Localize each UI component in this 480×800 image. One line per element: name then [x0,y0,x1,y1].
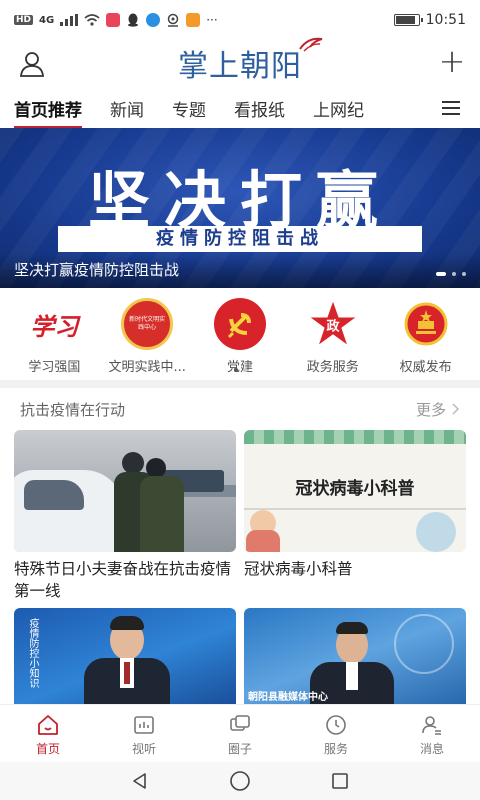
hd-indicator: HD [14,15,34,25]
system-navigation [0,762,480,800]
pager-dot [242,368,247,372]
tab-news[interactable]: 新闻 [110,96,144,121]
status-bar: HD 4G ··· 10:51 [0,0,480,40]
nav-label: 消息 [419,742,444,756]
clock-icon [326,715,346,735]
tab-newspaper[interactable]: 看报纸 [234,96,285,121]
article-card[interactable]: 特殊节日小夫妻奋战在抗击疫情第一线 [14,430,236,602]
party-emblem-icon [213,298,266,350]
quick-links-pager [0,368,480,372]
weibo-app-icon [106,13,121,27]
banner-caption: 坚决打赢疫情防控阻击战 [14,261,180,279]
quick-link-label: 文明实践中... [108,360,186,375]
national-emblem-icon [399,298,452,350]
message-user-icon [422,716,441,735]
plus-icon[interactable]: + [438,45,466,77]
article-card[interactable]: 冠状病毒小科普 冠状病毒小科普 [244,430,466,580]
section-title: 抗击疫情在行动 [20,400,126,419]
quick-link-label: 权威发布 [399,360,452,375]
recents-icon[interactable] [330,771,350,791]
network-indicator: 4G [39,14,55,26]
nav-label: 服务 [323,742,348,756]
article-title: 特殊节日小夫妻奋战在抗击疫情第一线 [14,560,232,600]
banner-indicator [436,272,466,276]
news-anchor-photo: 疫情防控小知识 [14,608,236,704]
circle-icon [230,715,250,731]
nav-service[interactable]: 服务 [296,705,376,762]
quick-link-label: 党建 [226,360,253,375]
wifi-icon [84,14,100,26]
quick-link-label: 政务服务 [306,360,359,375]
channel-menu-icon[interactable] [442,101,460,115]
pager-dot [233,368,238,372]
clock-time: 10:51 [425,12,466,28]
checkpoint-photo [14,430,236,552]
nav-messages[interactable]: 消息 [392,705,472,762]
qq-icon [128,13,139,27]
banner-dot [452,272,456,276]
nav-label: 视听 [131,742,156,756]
app-title: 掌上朝阳 [178,49,302,84]
signal-icon [60,14,79,26]
banner-dot [436,272,446,276]
hero-banner[interactable]: 坚决打赢 疫情防控阻击战 坚决打赢疫情防控阻击战 [0,128,480,288]
banner-dot [462,272,466,276]
nav-circle[interactable]: 圈子 [200,705,280,762]
app-header: 掌上朝阳 + [0,37,480,86]
article-title: 冠状病毒小科普 [244,560,353,578]
article-card[interactable]: 朝阳县融媒体中心 [244,608,466,704]
video-icon [134,716,154,734]
science-poster: 冠状病毒小科普 [244,430,466,552]
news-anchor-photo-2: 朝阳县融媒体中心 [244,608,466,704]
tab-recommend[interactable]: 首页推荐 [14,96,82,128]
location-icon [167,13,179,27]
home-circle-icon[interactable] [229,770,251,792]
logo-bird-icon [299,37,323,52]
banner-subline: 疫情防控阻击战 [58,226,422,252]
browser-app-icon [146,13,161,27]
chevron-right-icon [452,403,460,415]
section-divider [0,380,480,388]
article-card[interactable]: 疫情防控小知识 [14,608,236,704]
nav-label: 首页 [35,742,60,756]
more-label: 更多 [415,400,446,419]
battery-icon [393,14,423,26]
nav-video[interactable]: 视听 [104,705,184,762]
more-link[interactable]: 更多 [416,399,460,420]
tab-internet[interactable]: 上网纪 [313,96,364,121]
nav-home[interactable]: 首页 [8,705,88,762]
nav-label: 圈子 [227,742,252,756]
government-star-icon: 政 [307,298,359,350]
back-icon[interactable] [130,771,150,791]
user-icon[interactable] [18,50,46,78]
app-logo: 掌上朝阳 [178,37,323,85]
quick-link-label: 学习强国 [28,360,81,375]
section-header: 抗击疫情在行动 更多 [0,390,480,428]
tab-topics[interactable]: 专题 [172,96,206,121]
civilization-center-icon: 新时代文明实践中心 [121,298,174,350]
bottom-nav: 首页 视听 圈子 服务 消息 [0,704,480,762]
taobao-app-icon [186,13,201,27]
svg-text:政: 政 [326,319,340,335]
more-notifications: ··· [206,13,218,27]
xuexi-logo-icon: 学习 [30,311,79,341]
home-icon [38,715,58,735]
channel-tabs: 首页推荐 新闻 专题 看报纸 上网纪 [0,88,480,128]
